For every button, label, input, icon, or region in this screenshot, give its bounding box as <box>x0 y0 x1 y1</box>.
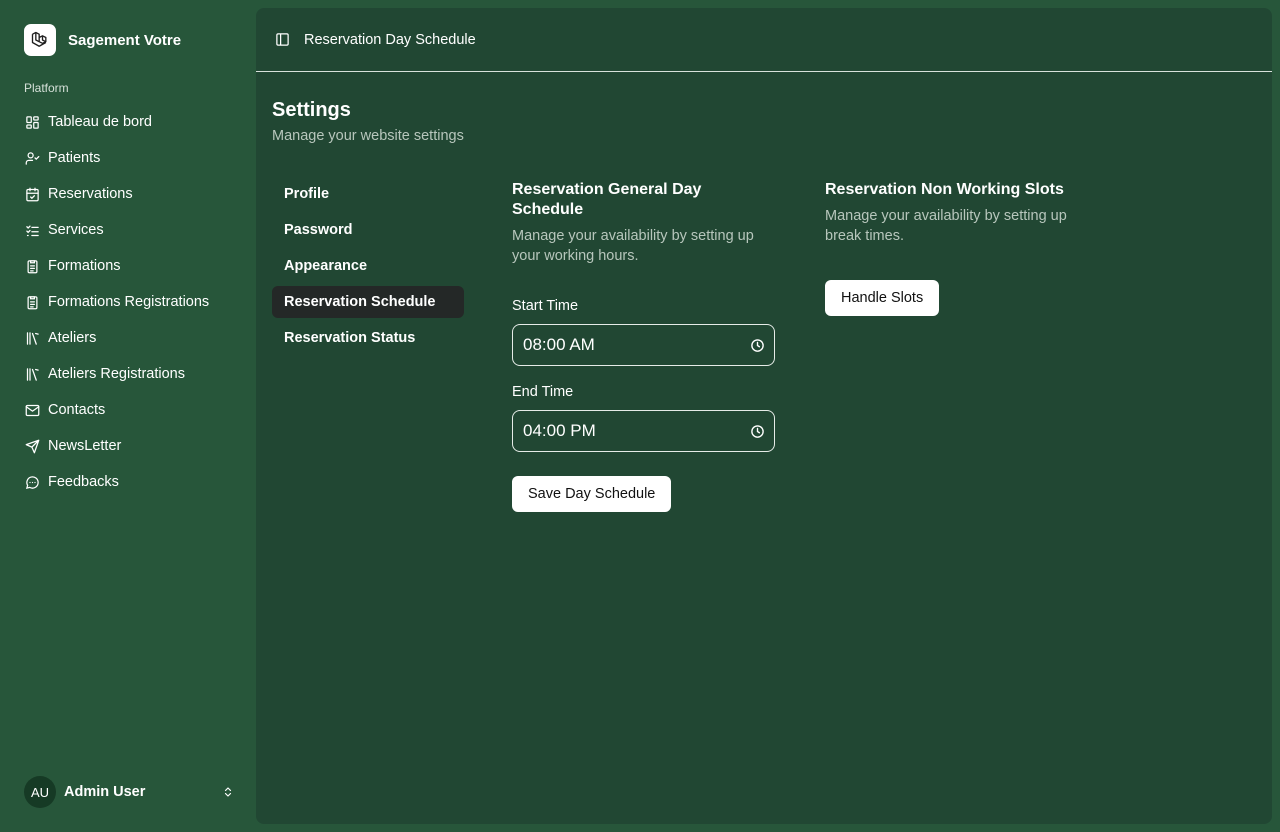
brand-name: Sagement Votre <box>68 31 182 49</box>
user-name: Admin User <box>64 784 146 800</box>
section-title: Reservation Non Working Slots <box>825 181 1064 198</box>
sidebar-item-formations[interactable]: Formations <box>24 248 232 284</box>
sidebar-item-services[interactable]: Services <box>24 212 232 248</box>
sidebar-item-feedbacks[interactable]: Feedbacks <box>24 464 232 500</box>
settings-nav: Profile Password Appearance Reservation … <box>272 178 464 358</box>
sidebar-item-ateliers-registrations[interactable]: Ateliers Registrations <box>24 356 232 392</box>
settings-nav-password[interactable]: Password <box>272 214 464 246</box>
dashboard-grid-icon <box>24 114 40 130</box>
breadcrumb: Reservation Day Schedule <box>304 31 476 48</box>
settings-nav-reservation-schedule[interactable]: Reservation Schedule <box>272 286 464 318</box>
message-circle-icon <box>24 474 40 490</box>
sidebar-nav: Tableau de bord Patients Reservations Se… <box>24 104 232 500</box>
main-panel: Reservation Day Schedule Settings Manage… <box>256 8 1272 824</box>
section-description: Manage your availability by setting up y… <box>512 228 754 264</box>
end-time-label: End Time <box>512 384 574 400</box>
sidebar-item-label: Formations Registrations <box>48 294 210 310</box>
start-time-value: 08:00 AM <box>523 335 595 354</box>
sidebar-toggle-icon[interactable] <box>274 32 290 48</box>
sidebar-item-label: Formations <box>48 258 121 274</box>
calendar-check-icon <box>24 186 40 202</box>
handle-slots-button[interactable]: Handle Slots <box>825 280 940 316</box>
sidebar-item-label: Reservations <box>48 186 133 202</box>
clipboard-list-icon <box>24 258 40 274</box>
start-time-label: Start Time <box>512 298 579 314</box>
laravel-logo-icon <box>24 24 56 56</box>
library-icon <box>24 366 40 382</box>
list-check-icon <box>24 222 40 238</box>
page-title: Settings <box>272 99 351 121</box>
chevrons-up-down-icon[interactable] <box>220 784 236 800</box>
header-bar: Reservation Day Schedule <box>256 8 1272 72</box>
avatar: AU <box>24 776 56 808</box>
sidebar-item-label: NewsLetter <box>48 438 122 454</box>
clock-icon[interactable] <box>749 337 765 353</box>
nav-group-label: Platform <box>24 81 69 95</box>
library-icon <box>24 330 40 346</box>
settings-header: Settings Manage your website settings <box>272 98 464 144</box>
settings-nav-reservation-status[interactable]: Reservation Status <box>272 322 464 354</box>
end-time-value: 04:00 PM <box>523 421 596 440</box>
day-schedule-section: Reservation General Day Schedule Manage … <box>512 180 775 512</box>
sidebar-item-formations-registrations[interactable]: Formations Registrations <box>24 284 232 320</box>
sidebar-item-patients[interactable]: Patients <box>24 140 232 176</box>
save-day-schedule-button[interactable]: Save Day Schedule <box>512 476 672 512</box>
sidebar-item-reservations[interactable]: Reservations <box>24 176 232 212</box>
clipboard-list-icon <box>24 294 40 310</box>
sidebar-item-label: Feedbacks <box>48 474 119 490</box>
section-title: Reservation General Day Schedule <box>512 181 702 218</box>
clock-icon[interactable] <box>749 423 765 439</box>
settings-nav-appearance[interactable]: Appearance <box>272 250 464 282</box>
sidebar-item-newsletter[interactable]: NewsLetter <box>24 428 232 464</box>
sidebar-item-label: Services <box>48 222 104 238</box>
sidebar-item-label: Tableau de bord <box>48 114 152 130</box>
sidebar-item-contacts[interactable]: Contacts <box>24 392 232 428</box>
start-time-input[interactable]: 08:00 AM <box>512 324 775 366</box>
sidebar-item-tableau-de-bord[interactable]: Tableau de bord <box>24 104 232 140</box>
sidebar-item-label: Ateliers <box>48 330 97 346</box>
send-icon <box>24 438 40 454</box>
sidebar-item-label: Patients <box>48 150 101 166</box>
user-menu[interactable]: AU Admin User <box>24 776 236 808</box>
user-check-icon <box>24 150 40 166</box>
end-time-input[interactable]: 04:00 PM <box>512 410 775 452</box>
section-description: Manage your availability by setting up b… <box>825 208 1067 244</box>
page-subtitle: Manage your website settings <box>272 128 464 144</box>
sidebar-item-label: Ateliers Registrations <box>48 366 185 382</box>
non-working-slots-section: Reservation Non Working Slots Manage you… <box>825 180 1085 316</box>
sidebar-item-ateliers[interactable]: Ateliers <box>24 320 232 356</box>
sidebar-item-label: Contacts <box>48 402 106 418</box>
brand[interactable]: Sagement Votre <box>24 24 232 56</box>
sidebar: Sagement Votre Platform Tableau de bord … <box>0 0 256 832</box>
settings-nav-profile[interactable]: Profile <box>272 178 464 210</box>
mail-icon <box>24 402 40 418</box>
